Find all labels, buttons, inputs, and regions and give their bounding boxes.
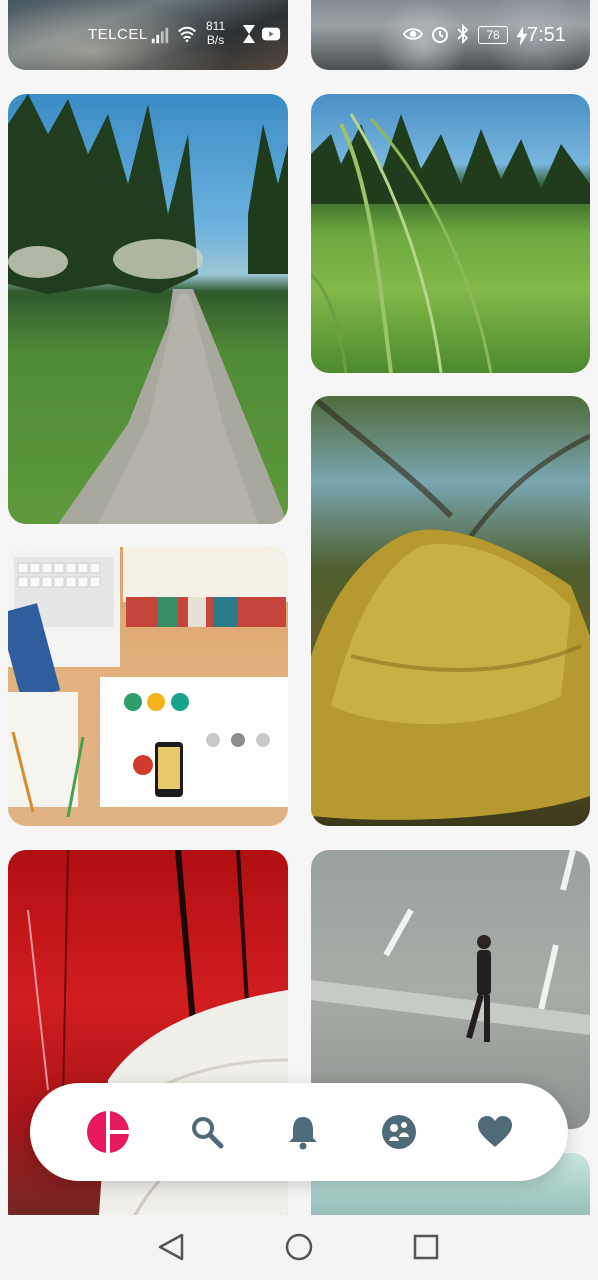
bottom-tab-bar — [30, 1083, 568, 1181]
back-triangle-icon[interactable] — [154, 1230, 188, 1264]
home-circle-outline-icon[interactable] — [282, 1230, 316, 1264]
favorites-tab[interactable] — [472, 1109, 518, 1155]
recents-square-icon[interactable] — [409, 1230, 443, 1264]
moss-art — [311, 396, 590, 820]
photo-moss[interactable] — [311, 396, 590, 826]
grass-art — [311, 113, 590, 373]
photo-forest-path[interactable] — [8, 94, 288, 524]
photo-feed[interactable] — [0, 0, 598, 1215]
search-tab[interactable] — [184, 1109, 230, 1155]
photo-top-left-partial[interactable] — [8, 0, 288, 70]
home-circle-icon — [87, 1111, 129, 1153]
home-tab[interactable] — [85, 1109, 131, 1155]
search-icon — [192, 1117, 224, 1149]
photo-grass[interactable] — [311, 94, 590, 373]
community-tab[interactable] — [376, 1109, 422, 1155]
heart-icon — [478, 1116, 512, 1147]
photo-top-right-partial[interactable] — [311, 0, 590, 70]
desk-art — [8, 547, 288, 818]
community-icon — [382, 1115, 416, 1149]
bell-icon — [289, 1117, 317, 1150]
forest-path-art — [8, 94, 288, 524]
notifications-tab[interactable] — [280, 1109, 326, 1155]
photo-desk[interactable] — [8, 547, 288, 826]
system-nav-bar — [0, 1215, 598, 1280]
